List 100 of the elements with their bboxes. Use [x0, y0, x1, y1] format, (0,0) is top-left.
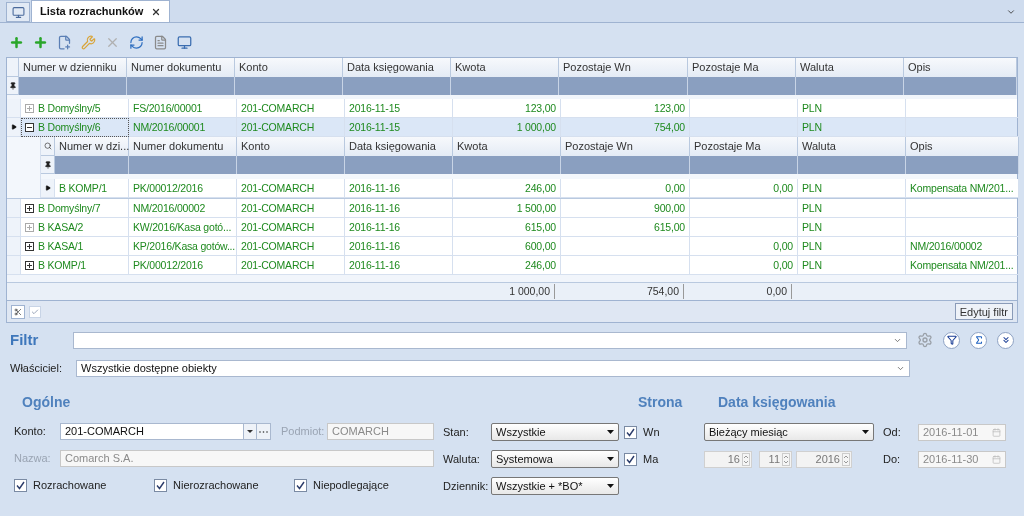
cell-text: B KOMP/1 — [38, 257, 86, 273]
cell-text: 123,00 — [525, 100, 556, 116]
add-icon[interactable] — [8, 34, 24, 51]
cell-text: 201-COMARCH — [241, 119, 315, 135]
table-row[interactable]: B KOMP/1 PK/00012/2016 201-COMARCH 2016-11-16 246,00 0,00 0,00 PLN Kompensata NM/201... — [41, 179, 1019, 198]
cell-text: B KASA/2 — [38, 219, 84, 235]
column-header[interactable]: Numer w dzi... — [55, 137, 129, 157]
total-value: 754,00 — [646, 283, 684, 300]
column-header[interactable]: Pozostaje Wn — [561, 137, 690, 157]
checkbox[interactable] — [154, 479, 167, 492]
cell-text: 2016-11-15 — [349, 100, 400, 116]
table-row[interactable]: B KASA/1 KP/2016/Kasa gotów... 201-COMARCH 2016-11-16 600,00 0,00 PLN NM/2016/00002 — [7, 237, 1017, 256]
field-label: Do: — [883, 451, 902, 467]
cell-text: Kompensata NM/201... — [910, 257, 1014, 273]
field-label: Stan: — [443, 424, 470, 440]
add-icon[interactable] — [32, 34, 48, 51]
table-row[interactable]: B KOMP/1 PK/00012/2016 201-COMARCH 2016-11-16 246,00 0,00 PLN Kompensata NM/201... — [7, 256, 1017, 275]
table-row[interactable]: B Domyślny/6 NM/2016/00001 201-COMARCH 2016-11-15 1 000,00 754,00 PLN — [7, 118, 1017, 137]
collapse-icon[interactable] — [25, 122, 34, 132]
column-header[interactable]: Data księgowania — [343, 58, 451, 78]
column-header[interactable]: Data księgowania — [345, 137, 453, 157]
dropdown[interactable]: Wszystkie + *BO* — [491, 477, 619, 495]
column-header[interactable]: Numer w dzienniku — [19, 58, 127, 78]
dropdown[interactable]: Wszystkie — [491, 423, 619, 441]
column-header[interactable]: Opis — [904, 58, 1017, 78]
cell-text: NM/2016/00001 — [133, 119, 206, 135]
checkbox[interactable] — [14, 479, 27, 492]
column-header[interactable]: Numer dokumentu — [129, 137, 237, 157]
close-icon[interactable] — [151, 6, 162, 17]
cell-text: 615,00 — [525, 219, 556, 235]
cell-text: 201-COMARCH — [241, 180, 315, 196]
cell-text: 2016-11-16 — [349, 200, 400, 216]
checkbox[interactable] — [624, 426, 637, 439]
cell-text: 0,00 — [665, 180, 685, 196]
dropdown[interactable]: Bieżący miesiąc — [704, 423, 874, 441]
desktop-tab[interactable] — [6, 2, 30, 22]
document-icon[interactable] — [152, 34, 168, 51]
cell-text: 1 500,00 — [516, 200, 556, 216]
search-icon[interactable] — [43, 142, 52, 150]
table-row[interactable]: B Domyślny/7 NM/2016/00002 201-COMARCH 2016-11-16 1 500,00 900,00 PLN — [7, 199, 1017, 218]
monitor-icon[interactable] — [176, 34, 192, 51]
spinner-icon — [782, 452, 790, 466]
cell-text: B KOMP/1 — [59, 180, 107, 196]
sigma-icon — [973, 335, 984, 345]
expand-icon[interactable] — [25, 260, 34, 270]
section-heading: Ogólne — [22, 393, 72, 412]
column-header[interactable]: Pozostaje Ma — [690, 137, 798, 157]
cell-text: PLN — [802, 180, 822, 196]
cell-text: 201-COMARCH — [241, 238, 315, 254]
column-header[interactable]: Konto — [237, 137, 345, 157]
cell-text: PK/00012/2016 — [133, 180, 203, 196]
cell-text: 123,00 — [654, 100, 685, 116]
expand-icon[interactable] — [25, 241, 34, 251]
column-header[interactable]: Kwota — [453, 137, 561, 157]
row-header[interactable] — [41, 179, 55, 198]
cell-text: 754,00 — [654, 119, 685, 135]
dropdown-button[interactable] — [244, 423, 257, 440]
filter-button[interactable] — [943, 331, 960, 349]
cell-text: 2016-11-16 — [349, 180, 400, 196]
clear-filter-button[interactable] — [11, 304, 25, 319]
sigma-button[interactable] — [970, 331, 987, 349]
column-header[interactable]: Konto — [235, 58, 343, 78]
field-label: Konto: — [14, 424, 47, 440]
cell-text: PLN — [802, 100, 822, 116]
cell-text: FS/2016/00001 — [133, 100, 203, 116]
caret-icon[interactable] — [1006, 7, 1016, 17]
cell-text: PLN — [802, 200, 822, 216]
column-header[interactable]: Pozostaje Ma — [688, 58, 796, 78]
column-header[interactable]: Opis — [906, 137, 1019, 157]
row-header[interactable] — [7, 118, 21, 137]
total-value: 0,00 — [766, 283, 792, 300]
column-header[interactable]: Kwota — [451, 58, 559, 78]
settings-icon[interactable] — [917, 332, 933, 348]
section-heading: Strona — [638, 393, 684, 412]
spinner-icon — [742, 452, 750, 466]
cell-text: Kompensata NM/201... — [910, 180, 1014, 196]
column-header[interactable]: Waluta — [798, 137, 906, 157]
checkbox[interactable] — [624, 453, 637, 466]
cell-text: NM/2016/00002 — [133, 200, 206, 216]
edit-filter-button[interactable]: Edytuj filtr — [954, 303, 1013, 320]
checkmark-icon — [296, 481, 305, 490]
dropdown[interactable]: Systemowa — [491, 450, 619, 468]
column-header[interactable]: Numer dokumentu — [127, 58, 235, 78]
tab[interactable]: Lista rozrachunków — [31, 0, 171, 22]
account-field[interactable]: 201-COMARCH — [60, 423, 244, 440]
refresh-icon[interactable] — [128, 34, 144, 51]
column-header[interactable]: Pozostaje Wn — [559, 58, 688, 78]
chevrons-down-button[interactable] — [997, 331, 1014, 349]
field-label: Nazwa: — [14, 451, 52, 467]
cell-text: 2016-11-15 — [349, 119, 400, 135]
checkbox[interactable] — [294, 479, 307, 492]
cell-text: 201-COMARCH — [241, 219, 315, 235]
document-add-icon[interactable] — [56, 34, 72, 51]
expand-icon[interactable] — [25, 203, 34, 213]
owner-dropdown[interactable]: Wszystkie dostępne obiekty — [76, 359, 910, 377]
cell-text: 2016-11-16 — [349, 257, 400, 273]
filter-field[interactable] — [73, 331, 907, 349]
cell-text: 0,00 — [773, 180, 793, 196]
field-label: Właściciel: — [10, 360, 63, 376]
column-header[interactable]: Waluta — [796, 58, 904, 78]
